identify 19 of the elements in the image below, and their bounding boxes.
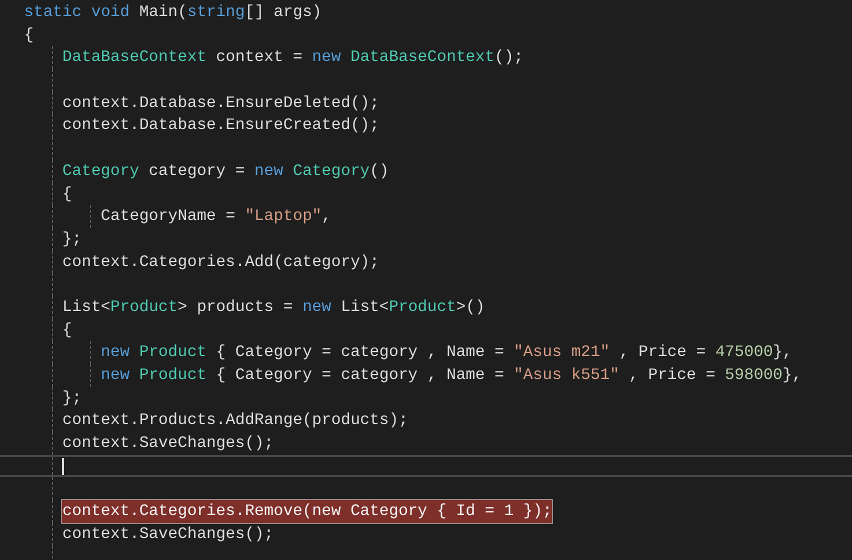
code-line: context.Products.AddRange(products); — [62, 410, 408, 432]
code-line: }; — [62, 388, 82, 409]
code-line: context.SaveChanges(); — [62, 433, 274, 454]
code-line: { — [62, 320, 72, 341]
code-line: context.Categories.Add(category); — [62, 252, 380, 273]
code-line: static void Main(string[] args) — [24, 2, 322, 23]
text-cursor — [62, 458, 64, 475]
code-line: context.SaveChanges(); — [62, 524, 274, 545]
code-line: List<Product> products = new List<Product>() — [62, 296, 485, 318]
code-line: { — [62, 184, 72, 204]
code-line: { — [24, 24, 34, 46]
code-line: new Product { Category = category , Name = "Asus k551" , Price = 598000}, — [100, 365, 802, 386]
code-line: context.Database.EnsureCreated(); — [62, 115, 380, 136]
code-line: CategoryName = "Laptop", — [100, 206, 332, 228]
code-line: }; — [62, 228, 82, 250]
code-line: new Product { Category = category , Name = "Asus m21" , Price = 475000}, — [100, 342, 792, 364]
code-line: DataBaseContext context = new DataBaseContext(); — [62, 47, 524, 68]
code-line: Category category = new Category() — [62, 160, 389, 182]
code-line: context.Database.EnsureDeleted(); — [62, 92, 380, 114]
